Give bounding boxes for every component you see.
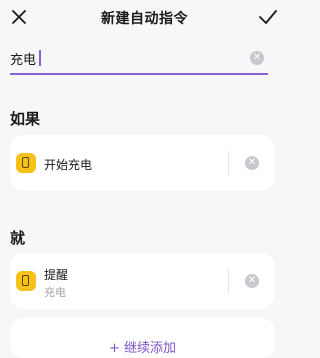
input-underline [10,73,268,75]
condition-card[interactable]: 开始充电 ✕ [10,135,275,191]
add-more-button[interactable]: + 继续添加 [10,318,275,358]
remove-action-icon[interactable]: ✕ [245,274,259,288]
top-bar: 新建自动指令 [0,0,289,34]
action-card[interactable]: 提醒 充电 ✕ [10,253,275,309]
add-more-label: + 继续添加 [108,341,177,356]
action-title: 提醒 [44,268,69,282]
text-caret [39,50,41,66]
card-divider [228,269,229,293]
battery-icon [16,153,36,173]
card-divider [228,151,229,175]
action-subtitle: 充电 [44,286,66,299]
name-field[interactable]: ✕ [10,46,268,76]
battery-icon [16,271,36,291]
condition-text: 开始充电 [44,158,93,172]
name-input[interactable] [10,46,242,70]
page-title: 新建自动指令 [101,11,188,27]
remove-condition-icon[interactable]: ✕ [245,156,259,170]
if-section-label: 如果 [10,110,41,128]
check-icon[interactable] [257,6,279,28]
clear-name-icon[interactable]: ✕ [250,51,264,65]
then-section-label: 就 [10,229,26,247]
